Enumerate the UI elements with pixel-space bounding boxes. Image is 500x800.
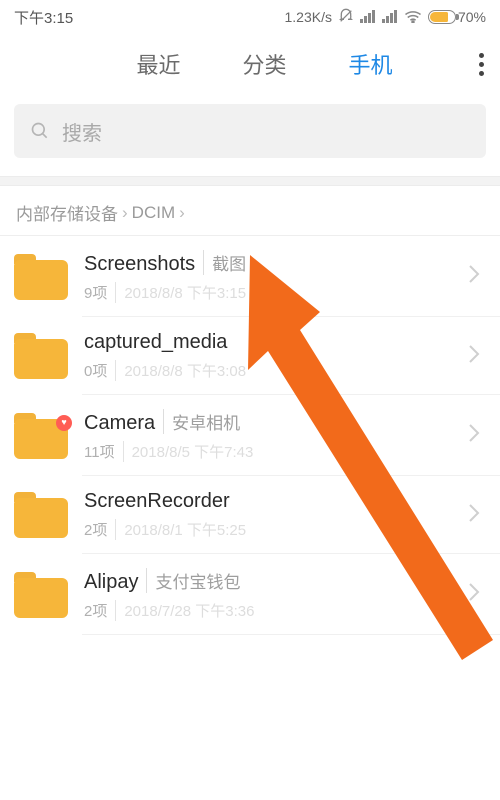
tab-category[interactable]: 分类	[240, 42, 288, 86]
folder-name: Camera	[84, 412, 155, 435]
folder-count: 2项	[84, 600, 107, 621]
folder-count: 0项	[84, 360, 107, 381]
folder-alias: 截图	[203, 250, 246, 275]
folder-alias: 安卓相机	[163, 409, 240, 434]
network-speed: 1.23K/s	[284, 9, 331, 25]
folder-date: 2018/8/1 下午5:25	[115, 519, 246, 540]
search-icon	[30, 121, 50, 141]
signal-icon-2	[382, 9, 398, 26]
chevron-right-icon	[468, 344, 486, 369]
folder-name: Screenshots	[84, 253, 195, 276]
folder-row-alipay[interactable]: Alipay 支付宝钱包 2项 2018/7/28 下午3:36	[0, 554, 500, 635]
folder-date: 2018/8/8 下午3:15	[115, 282, 246, 303]
dnd-icon	[338, 8, 354, 27]
folder-row-screenshots[interactable]: Screenshots 截图 9项 2018/8/8 下午3:15	[0, 236, 500, 317]
status-time: 下午3:15	[14, 7, 73, 28]
chevron-right-icon	[468, 264, 486, 289]
search-placeholder: 搜索	[62, 117, 102, 146]
folder-list: Screenshots 截图 9项 2018/8/8 下午3:15 captur…	[0, 236, 500, 635]
folder-alias: 支付宝钱包	[146, 568, 240, 593]
tab-phone[interactable]: 手机	[347, 42, 395, 86]
breadcrumb-segment[interactable]: DCIM	[132, 203, 175, 223]
search-container: 搜索	[0, 94, 500, 176]
folder-icon	[14, 254, 68, 300]
top-tabs: 最近 分类 手机	[0, 34, 500, 94]
more-menu-button[interactable]	[479, 53, 490, 76]
folder-count: 2项	[84, 519, 107, 540]
folder-row-camera[interactable]: Camera 安卓相机 11项 2018/8/5 下午7:43	[0, 395, 500, 476]
search-input[interactable]: 搜索	[14, 104, 486, 158]
folder-icon	[14, 413, 68, 459]
folder-date: 2018/8/8 下午3:08	[115, 360, 246, 381]
folder-icon	[14, 572, 68, 618]
folder-icon	[14, 333, 68, 379]
tab-recent[interactable]: 最近	[134, 42, 182, 86]
chevron-right-icon: ›	[122, 203, 128, 223]
battery-icon	[428, 10, 456, 24]
folder-icon	[14, 492, 68, 538]
folder-date: 2018/7/28 下午3:36	[115, 600, 254, 621]
chevron-right-icon: ›	[179, 203, 185, 223]
chevron-right-icon	[468, 503, 486, 528]
folder-row-screenrecorder[interactable]: ScreenRecorder 2项 2018/8/1 下午5:25	[0, 476, 500, 554]
chevron-right-icon	[468, 423, 486, 448]
breadcrumb[interactable]: 内部存储设备 › DCIM ›	[0, 186, 500, 235]
battery-percent: 70%	[458, 9, 486, 25]
breadcrumb-root[interactable]: 内部存储设备	[16, 200, 118, 225]
folder-date: 2018/8/5 下午7:43	[123, 441, 254, 462]
folder-count: 9项	[84, 282, 107, 303]
folder-row-captured-media[interactable]: captured_media 0项 2018/8/8 下午3:08	[0, 317, 500, 395]
folder-name: ScreenRecorder	[84, 490, 230, 513]
favorite-badge-icon	[56, 415, 72, 431]
signal-icon-1	[360, 9, 376, 26]
wifi-icon	[404, 9, 422, 26]
battery-indicator: 70%	[428, 9, 486, 25]
section-divider	[0, 176, 500, 186]
chevron-right-icon	[468, 582, 486, 607]
status-right: 1.23K/s 70%	[284, 8, 486, 27]
more-icon	[479, 53, 484, 58]
folder-name: captured_media	[84, 331, 227, 354]
status-bar: 下午3:15 1.23K/s 70%	[0, 0, 500, 34]
folder-name: Alipay	[84, 571, 138, 594]
folder-count: 11项	[84, 441, 115, 462]
